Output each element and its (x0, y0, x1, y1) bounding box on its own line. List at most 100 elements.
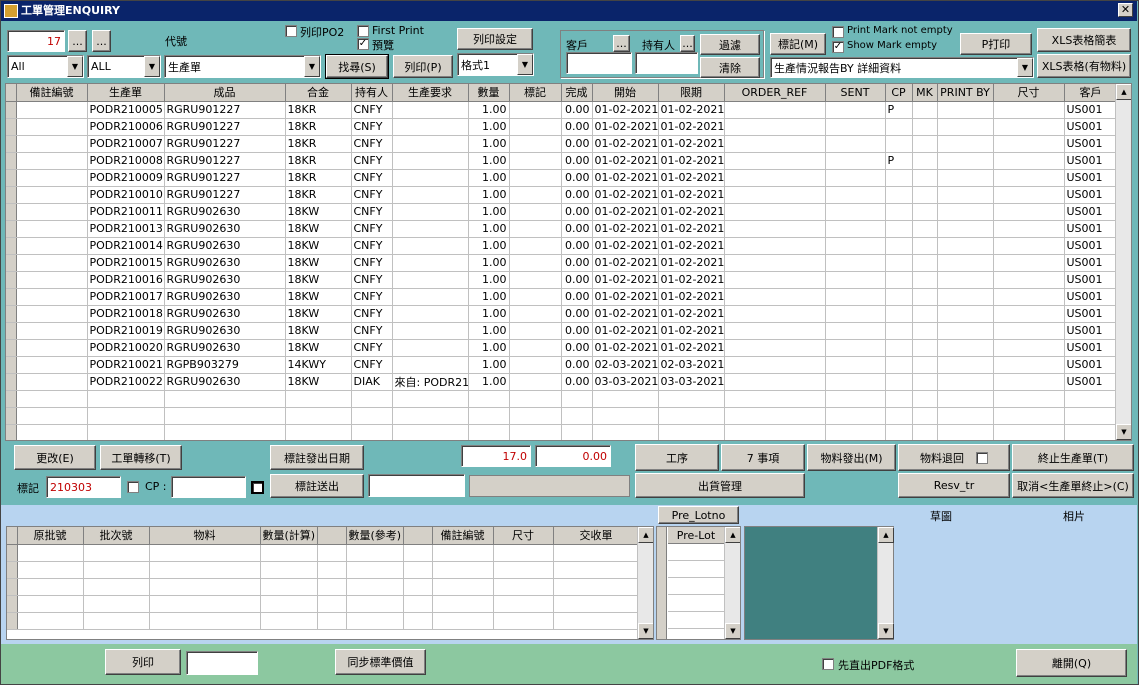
table-cell[interactable]: RGRU902630 (164, 237, 286, 255)
table-cell[interactable]: 18KW (285, 237, 352, 255)
table-cell[interactable] (885, 339, 913, 357)
table-cell[interactable] (885, 186, 913, 204)
table-row[interactable]: PODR210018 RGRU902630 18KW CNFY 1.00 0.00 01-0… (6, 305, 1118, 323)
table-cell[interactable] (885, 390, 913, 408)
table-cell[interactable] (16, 322, 88, 340)
table-cell[interactable]: RGRU901227 (164, 186, 286, 204)
table-cell[interactable]: US001 (1064, 288, 1118, 306)
table-cell[interactable] (825, 288, 886, 306)
row-selector[interactable] (7, 544, 18, 562)
column-header[interactable]: 開始 (592, 84, 659, 102)
table-cell[interactable] (561, 424, 593, 440)
table-cell[interactable] (937, 271, 994, 289)
table-cell[interactable] (912, 305, 938, 323)
table-cell[interactable]: PODR210013 (87, 220, 165, 238)
table-cell[interactable] (509, 288, 562, 306)
table-cell[interactable]: 01-02-2021 (592, 152, 659, 170)
column-header[interactable]: SENT (825, 84, 886, 102)
show-mark-empty-checkbox[interactable]: ✓ (832, 41, 844, 53)
table-cell[interactable]: 18KR (285, 186, 352, 204)
table-cell[interactable]: 0.00 (561, 152, 593, 170)
table-cell[interactable]: 0.00 (561, 254, 593, 272)
table-row[interactable] (7, 544, 640, 562)
vertical-scrollbar[interactable]: ▲ ▼ (1115, 84, 1131, 440)
table-cell[interactable] (16, 237, 88, 255)
table-cell[interactable] (885, 203, 913, 221)
table-cell[interactable] (825, 152, 886, 170)
table-cell[interactable]: CNFY (351, 101, 393, 119)
material-grid[interactable]: 原批號 批次號 物料 數量(計算) 數量(參考) 備註編號 尺寸 交收單 ▲ ▼ (6, 526, 654, 640)
table-cell[interactable] (17, 544, 84, 562)
table-cell[interactable]: PODR210007 (87, 135, 165, 153)
table-cell[interactable] (885, 169, 913, 187)
table-cell[interactable] (724, 390, 826, 408)
table-cell[interactable] (83, 595, 150, 613)
table-cell[interactable] (16, 169, 88, 187)
filter-combo-2[interactable]: ALL ▼ (87, 55, 161, 78)
table-cell[interactable]: US001 (1064, 322, 1118, 340)
table-cell[interactable] (937, 152, 994, 170)
table-cell[interactable]: RGRU901227 (164, 101, 286, 119)
table-cell[interactable] (468, 407, 510, 425)
table-cell[interactable]: 18KW (285, 220, 352, 238)
table-cell[interactable] (993, 254, 1065, 272)
chevron-down-icon[interactable]: ▼ (517, 54, 533, 75)
column-header[interactable]: 數量(計算) (260, 527, 318, 545)
table-cell[interactable] (724, 305, 826, 323)
table-cell[interactable] (825, 135, 886, 153)
scroll-down-icon[interactable]: ▼ (1116, 424, 1131, 440)
material-return-button[interactable]: 物料退回 (898, 444, 1010, 471)
table-cell[interactable] (392, 203, 469, 221)
table-cell[interactable] (993, 118, 1065, 136)
table-cell[interactable] (825, 118, 886, 136)
print-po2-checkbox[interactable] (285, 25, 297, 37)
table-cell[interactable]: PODR210021 (87, 356, 165, 374)
table-cell[interactable]: 03-03-2021 (592, 373, 659, 391)
table-cell[interactable]: 14KWY (285, 356, 352, 374)
table-cell[interactable]: 0.00 (561, 339, 593, 357)
table-cell[interactable] (912, 339, 938, 357)
table-cell[interactable] (885, 424, 913, 440)
column-header[interactable]: 標記 (509, 84, 562, 102)
table-cell[interactable]: 18KW (285, 305, 352, 323)
column-header[interactable]: 限期 (658, 84, 725, 102)
scroll-up-icon[interactable]: ▲ (638, 527, 653, 543)
mark-date-button[interactable]: 標註發出日期 (270, 445, 364, 470)
dots-button-2[interactable]: ... (92, 30, 111, 52)
preview-checkbox[interactable]: ✓ (357, 38, 369, 50)
table-cell[interactable]: 1.00 (468, 322, 510, 340)
table-cell[interactable] (493, 561, 554, 579)
print-mark-not-empty-checkbox[interactable] (832, 26, 844, 38)
cancel-stop-button[interactable]: 取消<生產單終止>(C) (1012, 473, 1134, 498)
table-cell[interactable] (17, 578, 84, 596)
table-cell[interactable]: PODR210006 (87, 118, 165, 136)
table-cell[interactable] (164, 424, 286, 440)
first-print-checkbox[interactable] (357, 25, 369, 37)
table-row[interactable]: PODR210010 RGRU901227 18KR CNFY 1.00 0.00 01-0… (6, 186, 1118, 204)
table-cell[interactable] (392, 135, 469, 153)
table-cell[interactable]: 1.00 (468, 220, 510, 238)
table-cell[interactable] (260, 561, 318, 579)
table-cell[interactable] (993, 356, 1065, 374)
table-cell[interactable]: 0.00 (561, 135, 593, 153)
table-cell[interactable]: 0.00 (561, 356, 593, 374)
table-cell[interactable]: 18KW (285, 254, 352, 272)
table-cell[interactable]: 1.00 (468, 288, 510, 306)
table-cell[interactable] (553, 595, 640, 613)
pre-lot-grid[interactable]: Pre-Lot ▲ ▼ (656, 526, 741, 640)
column-header[interactable]: 原批號 (17, 527, 84, 545)
table-cell[interactable] (553, 578, 640, 596)
table-cell[interactable]: 1.00 (468, 356, 510, 374)
row-selector[interactable] (6, 203, 17, 221)
table-cell[interactable]: CNFY (351, 118, 393, 136)
table-cell[interactable] (993, 339, 1065, 357)
table-cell[interactable]: 1.00 (468, 101, 510, 119)
table-cell[interactable]: 1.00 (468, 152, 510, 170)
table-cell[interactable] (509, 339, 562, 357)
table-row[interactable] (7, 578, 640, 596)
table-cell[interactable]: 01-02-2021 (658, 135, 725, 153)
table-row[interactable] (7, 561, 640, 579)
table-cell[interactable] (392, 390, 469, 408)
table-cell[interactable] (149, 578, 261, 596)
holder-dots-button[interactable]: ... (680, 35, 695, 52)
